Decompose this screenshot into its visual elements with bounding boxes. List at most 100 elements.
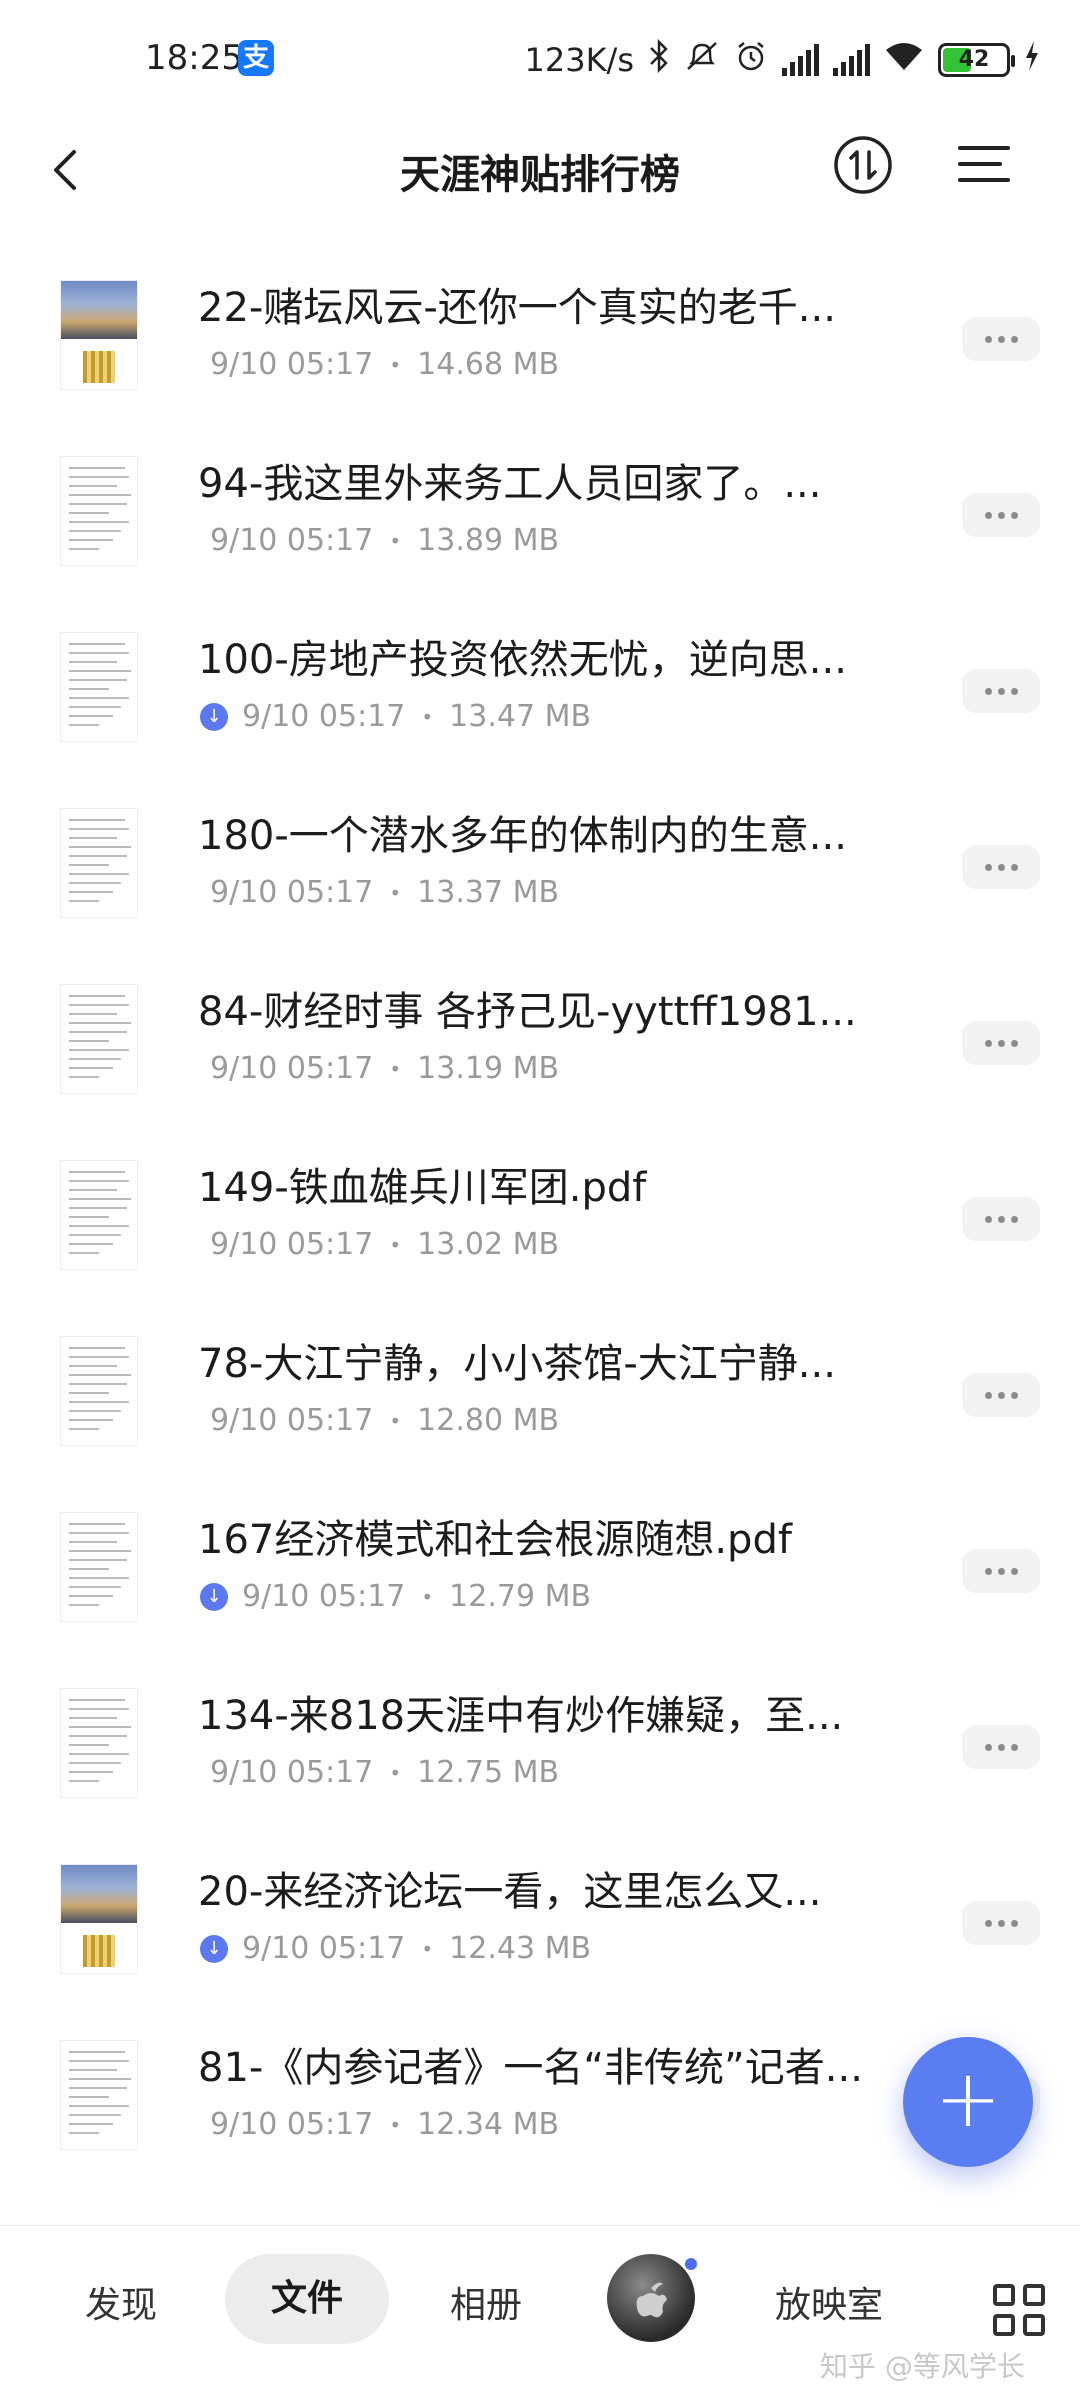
file-thumbnail: [60, 1512, 138, 1622]
file-meta: 9/10 05:17 • 12.75 MB: [210, 1755, 559, 1790]
file-row[interactable]: 94-我这里外来务工人员回家了。... 9/10 05:17 • 13.89 MB: [0, 431, 1080, 607]
separator-dot: •: [389, 1760, 402, 1785]
file-thumbnail: [60, 984, 138, 1094]
separator-dot: •: [389, 352, 402, 377]
file-meta: 9/10 05:17 • 12.80 MB: [210, 1403, 559, 1438]
separator-dot: •: [389, 528, 402, 553]
file-row[interactable]: 134-来818天涯中有炒作嫌疑，至... 9/10 05:17 • 12.75 MB: [0, 1663, 1080, 1839]
tab-cinema[interactable]: 放映室: [775, 2276, 883, 2328]
wifi-icon: [884, 40, 924, 80]
file-date: 9/10 05:17: [210, 1051, 374, 1086]
charging-icon: [1024, 41, 1040, 79]
file-date: 9/10 05:17: [242, 1579, 406, 1614]
file-date: 9/10 05:17: [210, 523, 374, 558]
battery-icon: 42: [938, 43, 1015, 77]
file-thumbnail: [60, 2040, 138, 2150]
separator-dot: •: [421, 1584, 434, 1609]
more-options-button[interactable]: [962, 1021, 1040, 1065]
file-meta: ↓ 9/10 05:17 • 13.47 MB: [200, 699, 592, 734]
file-thumbnail: [60, 1160, 138, 1270]
alipay-icon: 支: [238, 40, 274, 76]
apple-logo-icon: [636, 2282, 667, 2318]
add-button[interactable]: +: [903, 2037, 1033, 2167]
file-name: 94-我这里外来务工人员回家了。...: [198, 461, 822, 507]
separator-dot: •: [389, 880, 402, 905]
file-name: 81-《内参记者》一名“非传统”记者...: [198, 2045, 863, 2091]
file-size: 13.19 MB: [417, 1051, 560, 1086]
file-meta: 9/10 05:17 • 14.68 MB: [210, 347, 559, 382]
status-right-group: 123K/s 42: [524, 38, 1040, 82]
file-size: 14.68 MB: [417, 347, 560, 382]
bluetooth-icon: [648, 38, 670, 81]
tab-files[interactable]: 文件: [225, 2254, 389, 2344]
file-meta: ↓ 9/10 05:17 • 12.79 MB: [200, 1579, 592, 1614]
separator-dot: •: [389, 1232, 402, 1257]
file-meta: 9/10 05:17 • 13.37 MB: [210, 875, 559, 910]
file-size: 13.02 MB: [417, 1227, 560, 1262]
file-size: 13.47 MB: [449, 699, 592, 734]
alarm-icon: [734, 39, 768, 81]
file-row[interactable]: 180-一个潜水多年的体制内的生意... 9/10 05:17 • 13.37 MB: [0, 783, 1080, 959]
file-name: 134-来818天涯中有炒作嫌疑，至...: [198, 1693, 844, 1739]
signal-hd-icon: [782, 44, 819, 76]
menu-button[interactable]: [956, 136, 1012, 192]
more-options-button[interactable]: [962, 845, 1040, 889]
tab-album[interactable]: 相册: [450, 2276, 522, 2328]
file-date: 9/10 05:17: [242, 1931, 406, 1966]
more-options-button[interactable]: [962, 1197, 1040, 1241]
file-row[interactable]: 167经济模式和社会根源随想.pdf ↓ 9/10 05:17 • 12.79 MB: [0, 1487, 1080, 1663]
file-thumbnail: [60, 808, 138, 918]
battery-level: 42: [958, 47, 990, 72]
file-size: 13.89 MB: [417, 523, 560, 558]
file-name: 149-铁血雄兵川军团.pdf: [198, 1165, 647, 1211]
file-row[interactable]: 78-大江宁静，小小茶馆-大江宁静... 9/10 05:17 • 12.80 MB: [0, 1311, 1080, 1487]
status-bar: 18:25 支 123K/s 42: [0, 0, 1080, 120]
more-options-button[interactable]: [962, 1901, 1040, 1945]
file-date: 9/10 05:17: [210, 2107, 374, 2142]
file-size: 12.43 MB: [449, 1931, 592, 1966]
more-options-button[interactable]: [962, 669, 1040, 713]
file-row[interactable]: 22-赌坛风云-还你一个真实的老千... 9/10 05:17 • 14.68 MB: [0, 255, 1080, 431]
file-name: 100-房地产投资依然无忧，逆向思...: [198, 637, 847, 683]
file-size: 12.75 MB: [417, 1755, 560, 1790]
menu-icon: [958, 146, 1010, 182]
file-date: 9/10 05:17: [210, 1403, 374, 1438]
file-name: 22-赌坛风云-还你一个真实的老千...: [198, 285, 836, 331]
more-options-button[interactable]: [962, 1373, 1040, 1417]
file-thumbnail: [60, 632, 138, 742]
file-row[interactable]: 20-来经济论坛一看，这里怎么又... ↓ 9/10 05:17 • 12.43 MB: [0, 1839, 1080, 2015]
separator-dot: •: [421, 704, 434, 729]
file-meta: 9/10 05:17 • 13.89 MB: [210, 523, 559, 558]
status-time: 18:25: [145, 38, 243, 78]
file-thumbnail: [60, 1864, 138, 1974]
more-options-button[interactable]: [962, 1549, 1040, 1593]
file-thumbnail: [60, 280, 138, 390]
more-options-button[interactable]: [962, 493, 1040, 537]
downloaded-icon: ↓: [200, 702, 228, 731]
more-options-button[interactable]: [962, 1725, 1040, 1769]
tab-discover[interactable]: 发现: [85, 2276, 157, 2328]
file-name: 78-大江宁静，小小茶馆-大江宁静...: [198, 1341, 836, 1387]
file-name: 84-财经时事 各抒己见-yyttff1981...: [198, 989, 857, 1035]
file-name: 20-来经济论坛一看，这里怎么又...: [198, 1869, 822, 1915]
file-row[interactable]: 149-铁血雄兵川军团.pdf 9/10 05:17 • 13.02 MB: [0, 1135, 1080, 1311]
file-meta: 9/10 05:17 • 13.19 MB: [210, 1051, 559, 1086]
file-name: 180-一个潜水多年的体制内的生意...: [198, 813, 847, 859]
separator-dot: •: [389, 1408, 402, 1433]
file-size: 12.79 MB: [449, 1579, 592, 1614]
grid-icon[interactable]: [993, 2284, 1045, 2336]
mute-icon: [684, 39, 720, 81]
file-thumbnail: [60, 1336, 138, 1446]
separator-dot: •: [389, 1056, 402, 1081]
file-size: 12.34 MB: [417, 2107, 560, 2142]
sort-button[interactable]: [832, 134, 894, 196]
file-meta: 9/10 05:17 • 12.34 MB: [210, 2107, 559, 2142]
notification-dot: [683, 2256, 699, 2272]
center-avatar-button[interactable]: [607, 2254, 695, 2342]
page-title: 天涯神贴排行榜: [400, 152, 680, 198]
file-row[interactable]: 84-财经时事 各抒己见-yyttff1981... 9/10 05:17 • 13.…: [0, 959, 1080, 1135]
file-date: 9/10 05:17: [210, 1755, 374, 1790]
file-size: 13.37 MB: [417, 875, 560, 910]
more-options-button[interactable]: [962, 317, 1040, 361]
file-row[interactable]: 100-房地产投资依然无忧，逆向思... ↓ 9/10 05:17 • 13.47 MB: [0, 607, 1080, 783]
